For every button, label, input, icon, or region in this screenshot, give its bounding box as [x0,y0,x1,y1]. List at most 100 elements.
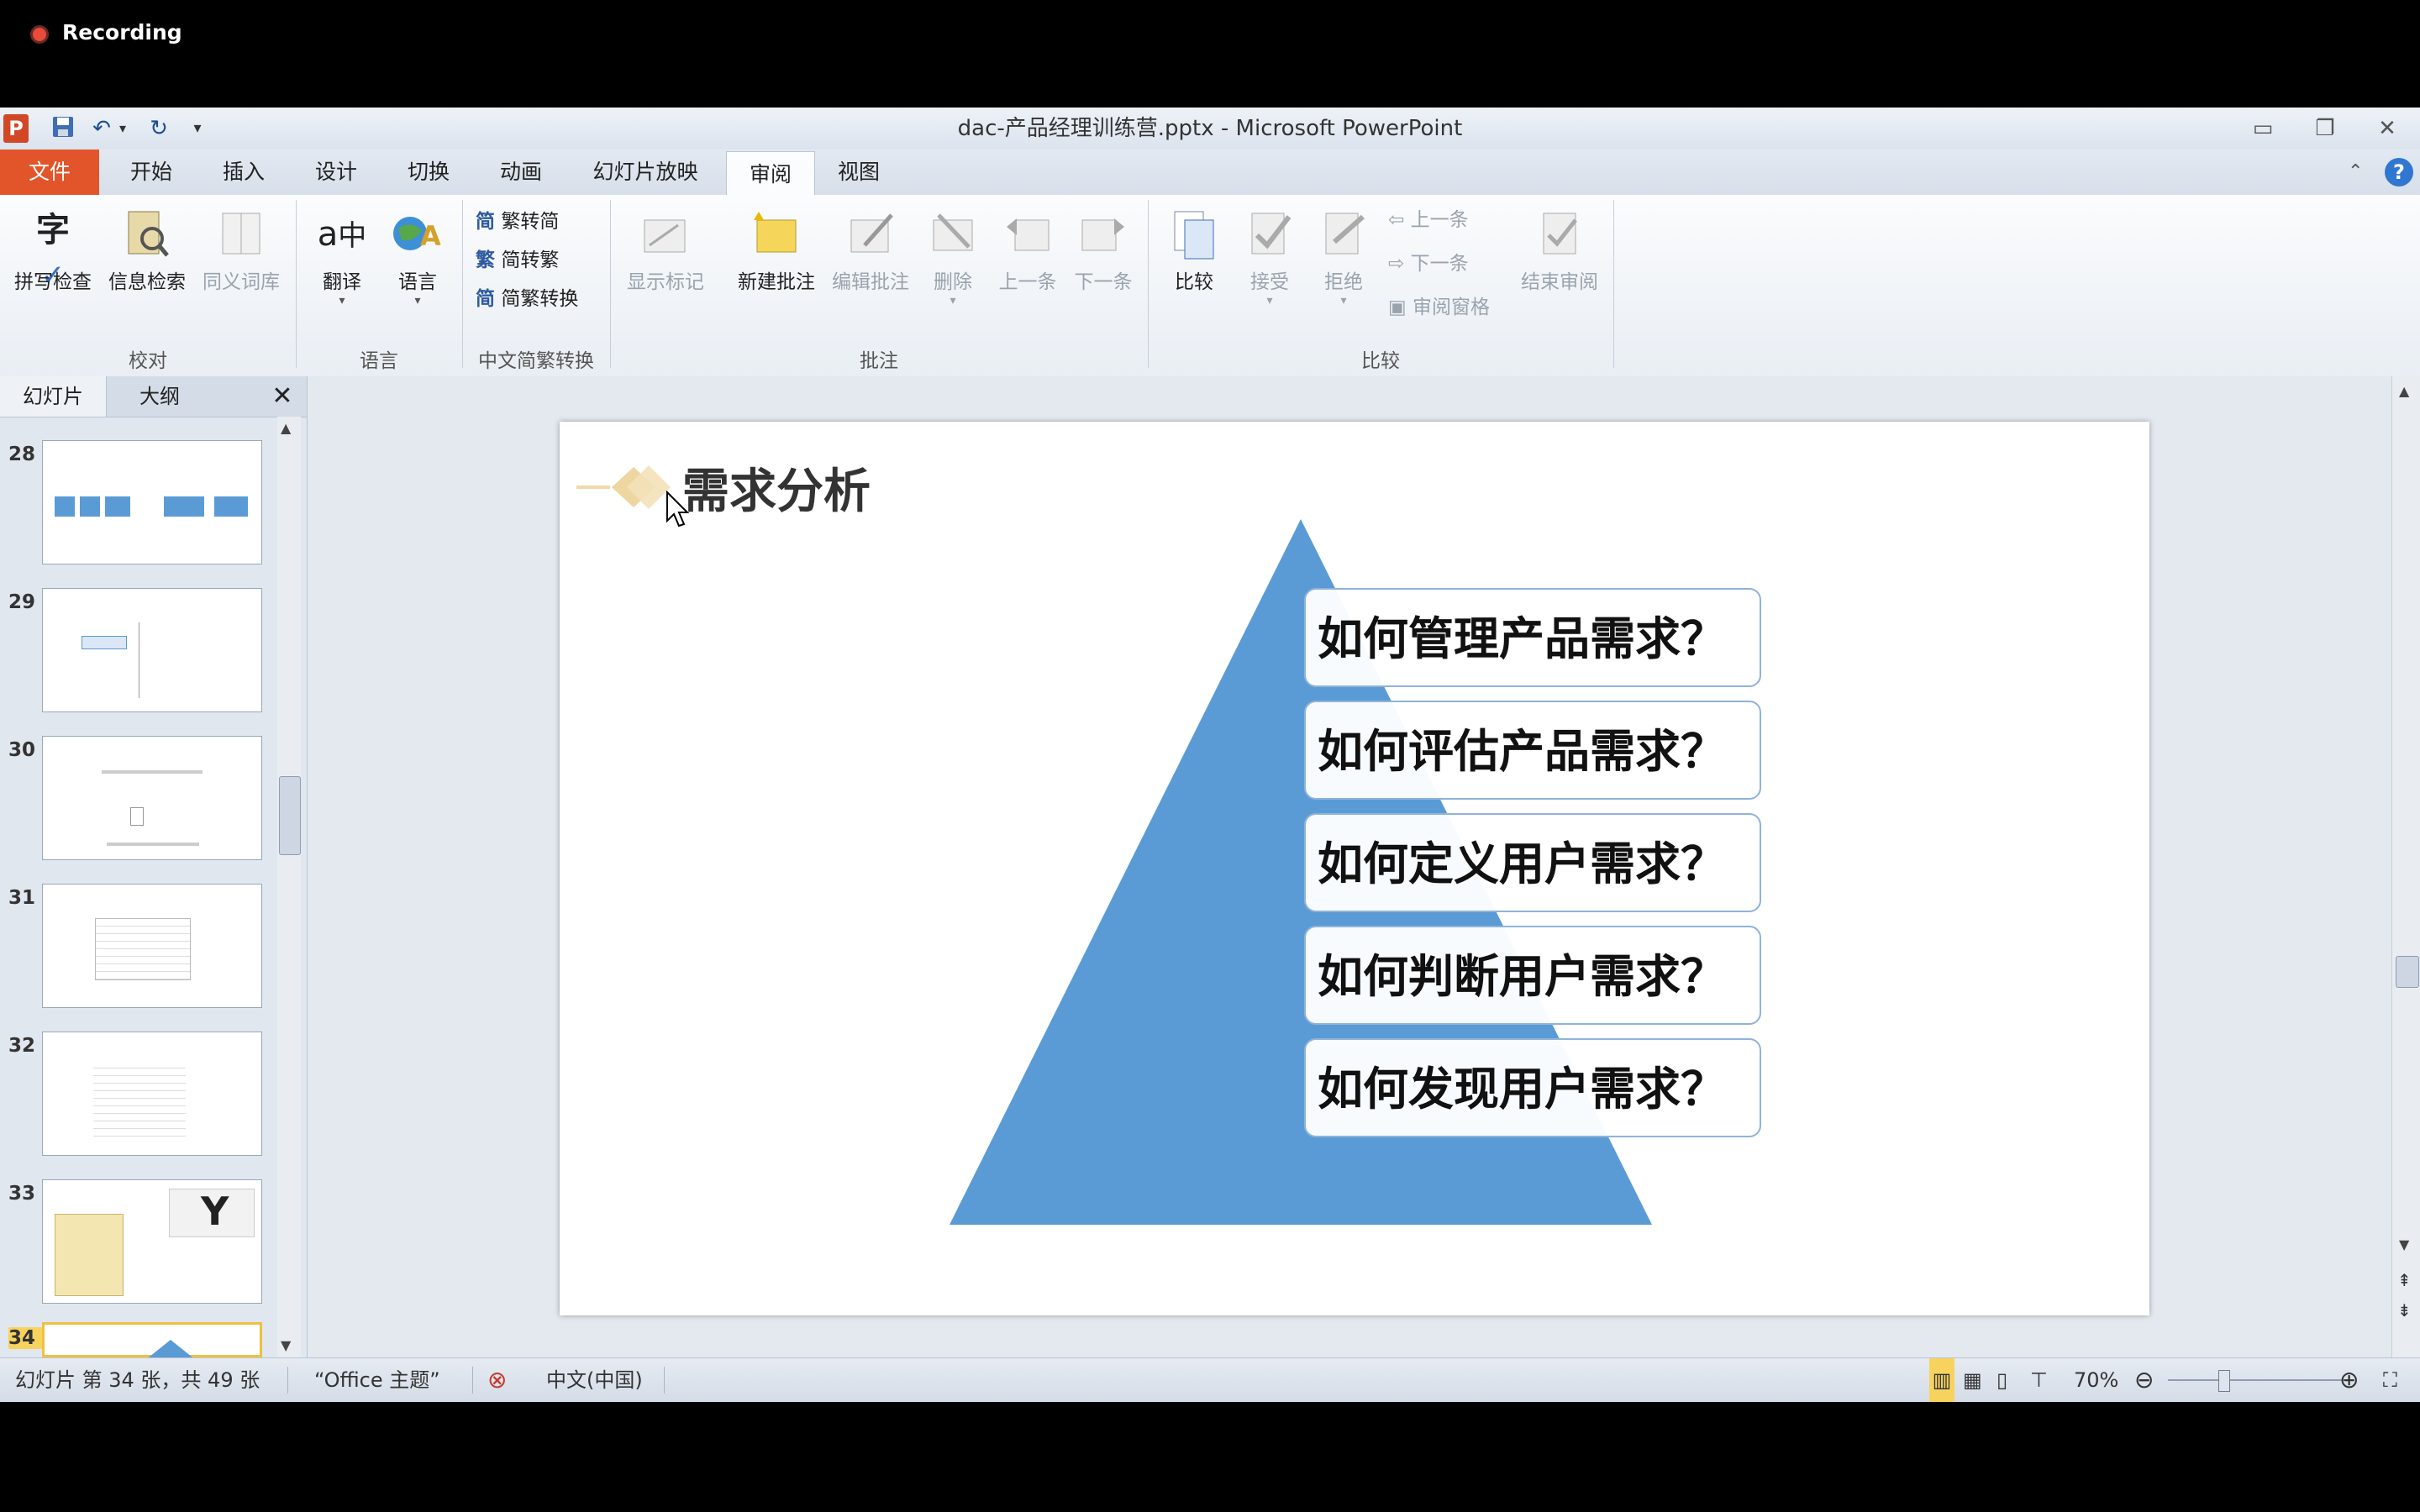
scroll-thumb[interactable] [279,776,301,855]
slide-sorter-view-icon[interactable]: ▦ [1963,1358,1982,1402]
spell-check-status-icon[interactable]: ⊗ [487,1358,507,1402]
spell-check-button[interactable]: 字✓ 拼写检查 [7,208,99,294]
scroll-down-icon[interactable]: ▼ [281,1337,291,1353]
thumbnail-content [55,1214,124,1296]
slideshow-view-icon[interactable]: ⊤ [2030,1358,2048,1402]
tab-view[interactable]: 视图 [825,150,892,195]
accept-button[interactable]: 接受 ▾ [1232,208,1307,307]
group-label-comments: 批注 [860,350,898,372]
tab-transitions[interactable]: 切换 [395,150,462,195]
tab-review[interactable]: 审阅 [726,151,815,196]
scroll-up-icon[interactable]: ▲ [281,420,291,436]
previous-comment-button[interactable]: 上一条 [990,208,1065,294]
question-text: 如何评估产品需求？ [1318,725,1726,778]
collapse-ribbon-icon[interactable]: ⌃ [2348,161,2363,182]
slide-number: 29 [8,591,36,613]
end-review-button[interactable]: 结束审阅 [1512,208,1607,294]
show-markup-button[interactable]: 显示标记 [615,208,716,294]
reject-button[interactable]: 拒绝 ▾ [1306,208,1381,307]
thesaurus-button[interactable]: 同义词库 [195,208,287,294]
next-change-button[interactable]: ⇨ 下一条 [1388,247,1469,281]
next-comment-label: 下一条 [1074,271,1133,293]
language-status[interactable]: 中文(中国) [546,1358,643,1402]
slide-scrollbar[interactable]: ▲ ▼ ⇞ ⇟ [2391,376,2420,1357]
delete-dropdown-icon[interactable]: ▾ [919,294,986,307]
tab-insert[interactable]: 插入 [210,150,277,195]
tab-file[interactable]: 文件 [0,150,99,195]
tab-slideshow[interactable]: 幻灯片放映 [580,150,711,195]
reviewing-pane-button[interactable]: ▣ 审阅窗格 [1388,291,1490,324]
question-box[interactable]: 如何管理产品需求？ [1304,588,1761,687]
scroll-up-icon[interactable]: ▲ [2399,383,2409,399]
thesaurus-icon [218,208,265,260]
recording-bar: Recording [0,0,2420,108]
slide-thumbnail[interactable] [42,736,262,860]
tab-slides[interactable]: 幻灯片 [0,376,107,417]
slide-thumbnail-selected[interactable] [42,1322,262,1360]
tab-design[interactable]: 设计 [302,150,370,195]
chinese-conversion-button[interactable]: 简 简繁转换 [476,282,578,316]
slide-thumbnail[interactable] [42,1032,262,1156]
slide-thumbnail[interactable] [42,440,262,564]
close-button[interactable]: ✕ [2366,113,2408,144]
tab-home[interactable]: 开始 [118,150,185,195]
slides-pane: 幻灯片 大纲 ✕ 28 29 30 31 32 33 Y 34 ▲ ▼ [0,376,308,1360]
show-markup-label: 显示标记 [627,271,704,293]
slide-thumbnail[interactable] [42,884,262,1008]
slide-thumbnail[interactable]: Y [42,1179,262,1304]
language-dropdown-icon[interactable]: ▾ [380,294,455,307]
question-box[interactable]: 如何评估产品需求？ [1304,701,1761,800]
minimize-button[interactable]: ▭ [2242,113,2284,144]
end-review-icon [1534,208,1586,260]
fit-to-window-icon[interactable]: ⛶ [2383,1358,2397,1402]
tab-outline[interactable]: 大纲 [108,376,212,417]
new-comment-button[interactable]: 新建批注 [726,208,827,294]
zoom-out-icon[interactable]: ⊖ [2134,1358,2154,1402]
question-box[interactable]: 如何判断用户需求？ [1304,926,1761,1025]
slide-canvas[interactable]: 需求分析 如何管理产品需求？ 如何评估产品需求？ 如何定义用户需求？ 如何判断用… [560,422,2149,1315]
reject-label: 拒绝 [1324,271,1363,293]
research-button[interactable]: 信息检索 [101,208,193,294]
edit-comment-button[interactable]: 编辑批注 [820,208,921,294]
trad-to-simp-button[interactable]: 简 繁转简 [476,205,559,239]
thumbnail-content: Y [201,1189,229,1234]
thumbnail-content [107,843,199,846]
group-label-proofing: 校对 [129,350,167,372]
restore-button[interactable]: ❐ [2304,113,2346,144]
zoom-slider[interactable] [2168,1379,2344,1381]
previous-slide-icon[interactable]: ⇞ [2397,1270,2412,1290]
translate-button[interactable]: a中 翻译 ▾ [304,208,380,307]
zoom-in-icon[interactable]: ⊕ [2339,1358,2359,1402]
slide-title[interactable]: 需求分析 [682,454,871,522]
reject-dropdown-icon[interactable]: ▾ [1306,294,1381,307]
accept-icon [1244,208,1296,260]
thumbnail-content [139,622,173,698]
close-pane-icon[interactable]: ✕ [266,376,299,417]
reading-view-icon[interactable]: ▯ [1996,1358,2007,1402]
thumbnails-scrollbar[interactable]: ▲ ▼ [277,417,301,1357]
next-comment-button[interactable]: 下一条 [1065,208,1141,294]
theme-status[interactable]: “Office 主题” [314,1358,440,1402]
accept-dropdown-icon[interactable]: ▾ [1232,294,1307,307]
trad-to-simp-label: 繁转简 [501,211,560,233]
language-button[interactable]: A 语言 ▾ [380,208,455,307]
question-box[interactable]: 如何定义用户需求？ [1304,813,1761,912]
zoom-level[interactable]: 70% [2074,1358,2118,1402]
previous-change-button[interactable]: ⇦ 上一条 [1388,203,1469,237]
slide-thumbnail[interactable] [42,588,262,712]
scroll-down-icon[interactable]: ▼ [2399,1236,2409,1252]
powerpoint-window: P ↶ ▾ ↻ ▾ dac-产品经理训练营.pptx - Microsoft P… [0,108,2420,1402]
tab-animations[interactable]: 动画 [487,150,555,195]
compare-button[interactable]: 比较 [1156,208,1232,294]
normal-view-icon[interactable]: ▥ [1929,1358,1954,1402]
next-slide-icon[interactable]: ⇟ [2397,1300,2412,1320]
translate-dropdown-icon[interactable]: ▾ [304,294,380,307]
zoom-slider-thumb[interactable] [2218,1370,2230,1392]
question-box[interactable]: 如何发现用户需求？ [1304,1038,1761,1137]
chinese-conversion-icon: 简 [476,288,495,310]
delete-comment-button[interactable]: 删除 ▾ [919,208,986,307]
slide-number: 34 [8,1327,42,1349]
help-icon[interactable]: ? [2385,158,2413,186]
simp-to-trad-button[interactable]: 繁 简转繁 [476,244,559,277]
scroll-thumb[interactable] [2396,956,2419,988]
